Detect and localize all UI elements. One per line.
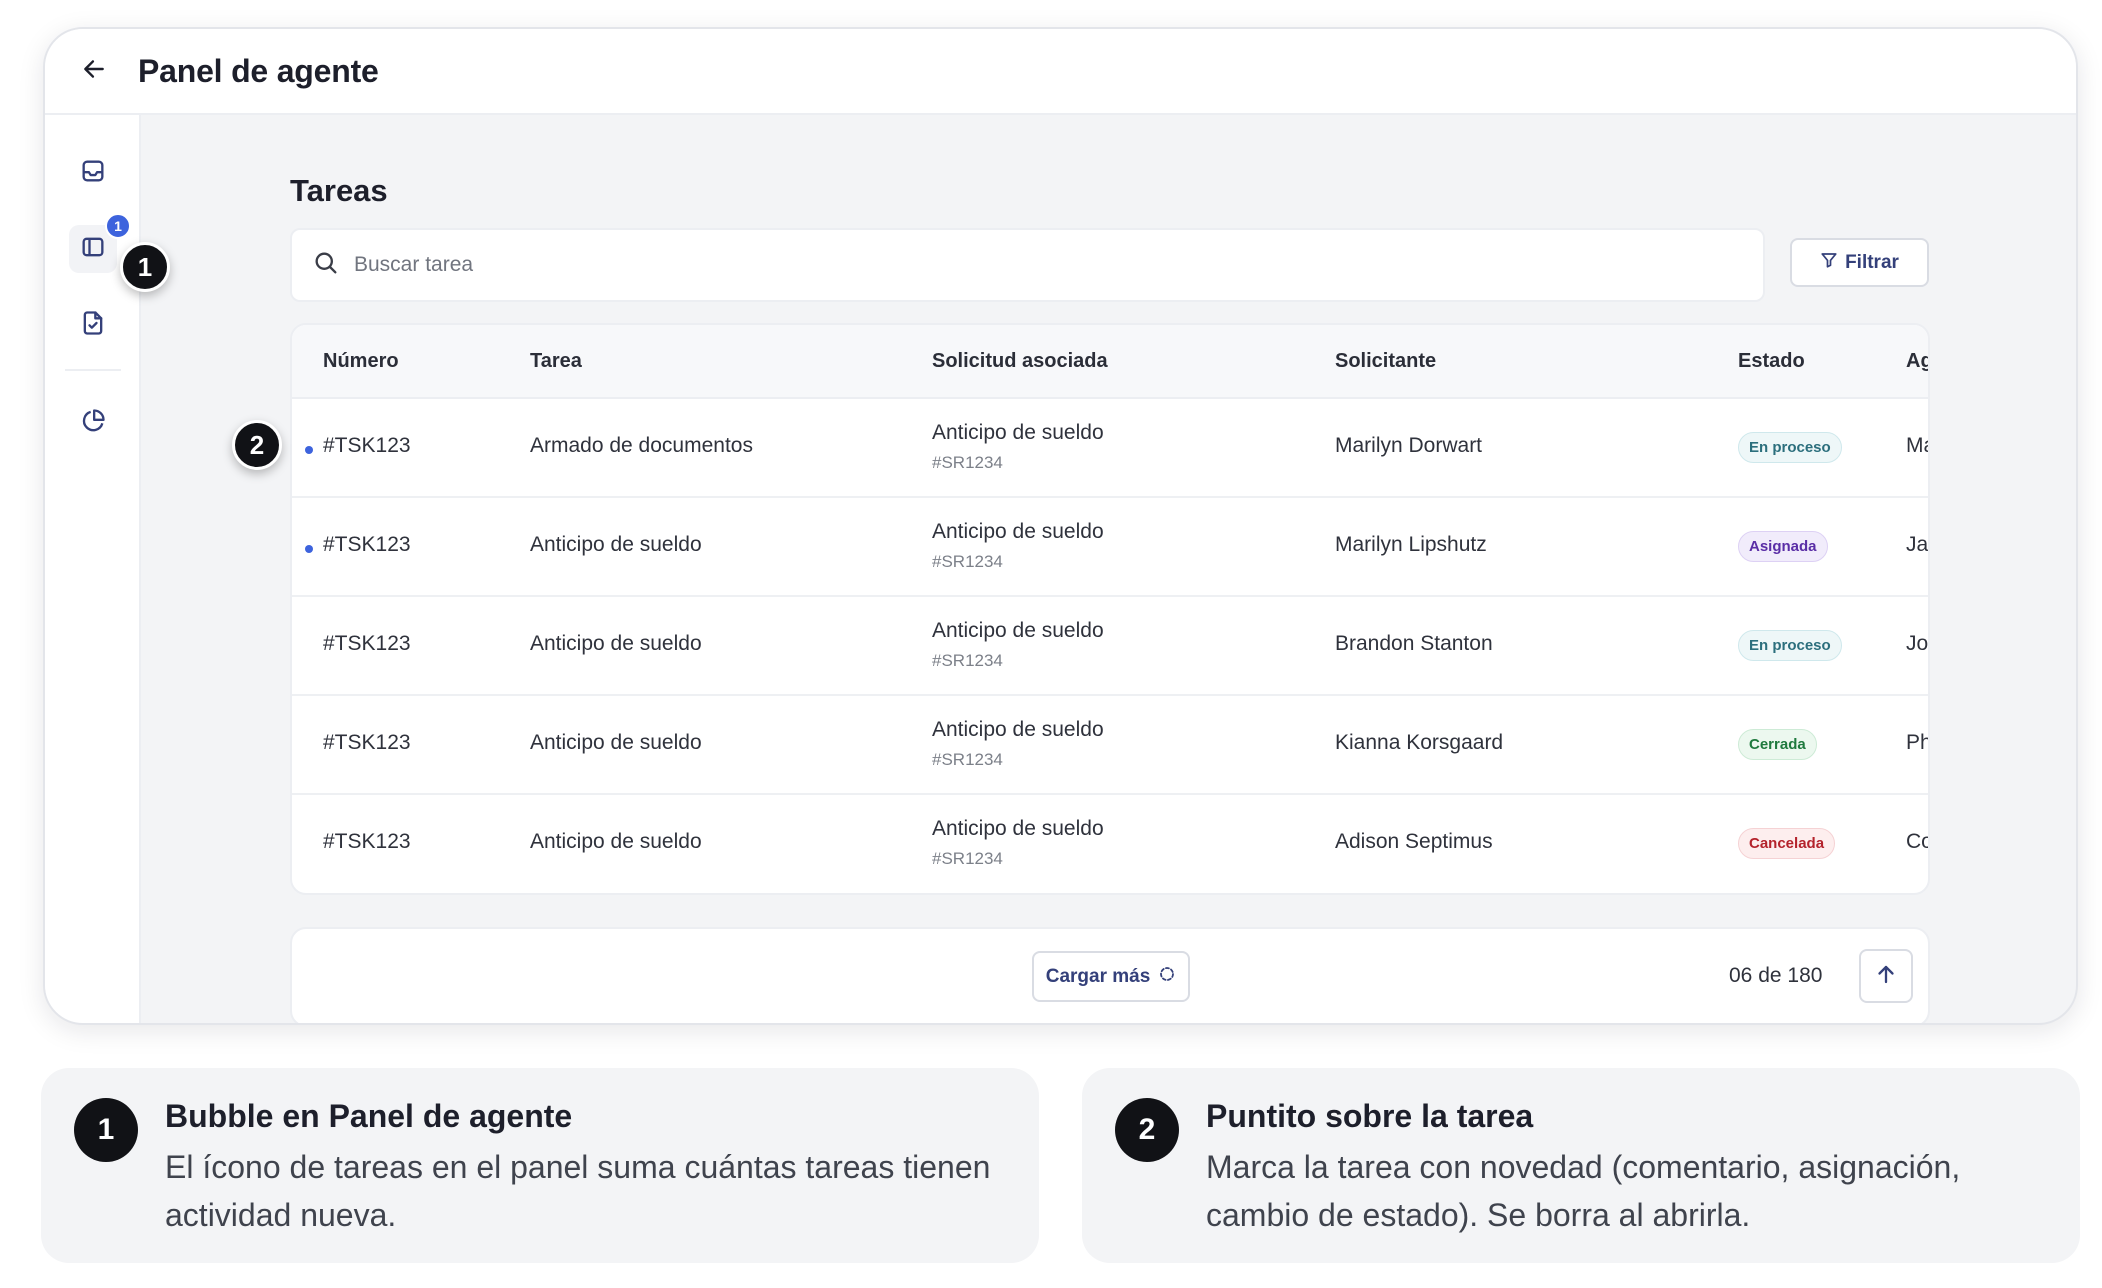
scroll-top-button[interactable]: [1859, 949, 1913, 1003]
requester-name: Adison Septimus: [1335, 830, 1493, 853]
sidebar-item-reports[interactable]: [69, 399, 117, 447]
annotation-note-1: 1 Bubble en Panel de agente El ícono de …: [41, 1068, 1039, 1263]
tasks-table: Número Tarea Solicitud asociada Solicita…: [290, 323, 1930, 895]
request-id: #SR1234: [932, 750, 1003, 769]
status-badge: Cerrada: [1738, 729, 1817, 760]
agent-name: Jo: [1906, 632, 1929, 655]
inbox-icon: [79, 157, 107, 190]
top-bar: Panel de agente: [45, 29, 2076, 115]
column-header-agent[interactable]: Ag: [1906, 350, 1928, 373]
table-header: Número Tarea Solicitud asociada Solicita…: [292, 325, 1928, 399]
search-icon: [312, 249, 340, 282]
spinner-icon: [1158, 965, 1176, 989]
request-name: Anticipo de sueldo: [932, 817, 1104, 840]
filter-label: Filtrar: [1845, 251, 1899, 273]
task-number: #TSK123: [323, 830, 411, 853]
note-marker: 2: [1115, 1098, 1179, 1162]
page-count: 06 de 180: [1729, 964, 1823, 987]
request-id: #SR1234: [932, 651, 1003, 670]
agent-name: Ph: [1906, 731, 1930, 754]
requester-name: Marilyn Dorwart: [1335, 434, 1483, 457]
note-body: Marca la tarea con novedad (comentario, …: [1206, 1149, 1961, 1233]
unread-dot: [305, 446, 313, 454]
task-number: #TSK123: [323, 434, 411, 457]
task-name: Armado de documentos: [530, 434, 753, 457]
search-box: [290, 228, 1765, 302]
arrow-left-icon: [81, 56, 107, 87]
column-header-requester[interactable]: Solicitante: [1335, 350, 1436, 373]
note-marker: 1: [74, 1098, 138, 1162]
request-id: #SR1234: [932, 849, 1003, 868]
filter-button[interactable]: Filtrar: [1790, 238, 1929, 287]
request-name: Anticipo de sueldo: [932, 619, 1104, 642]
agent-name: Ma: [1906, 434, 1928, 457]
requester-name: Marilyn Lipshutz: [1335, 533, 1487, 556]
table-row[interactable]: #TSK123 Armado de documentos Anticipo de…: [292, 399, 1928, 498]
unread-dot: [305, 545, 313, 553]
request-name: Anticipo de sueldo: [932, 520, 1104, 543]
task-number: #TSK123: [323, 731, 411, 754]
agent-name: Ja: [1906, 533, 1929, 556]
task-name: Anticipo de sueldo: [530, 632, 702, 655]
sidebar-item-inbox[interactable]: [69, 149, 117, 197]
column-header-status[interactable]: Estado: [1738, 350, 1805, 373]
back-button[interactable]: [77, 54, 111, 88]
note-body: El ícono de tareas en el panel suma cuán…: [165, 1149, 991, 1233]
status-badge: En proceso: [1738, 432, 1842, 463]
sidebar-item-tasks[interactable]: 1: [69, 213, 131, 273]
status-badge: Asignada: [1738, 531, 1828, 562]
sidebar-divider: [65, 369, 121, 371]
callout-marker-2: 2: [232, 420, 282, 470]
page-title: Panel de agente: [138, 52, 379, 89]
table-row[interactable]: #TSK123 Anticipo de sueldo Anticipo de s…: [292, 498, 1928, 597]
status-badge: En proceso: [1738, 630, 1842, 661]
request-name: Anticipo de sueldo: [932, 718, 1104, 741]
search-input[interactable]: [354, 253, 1554, 277]
pie-chart-icon: [79, 407, 107, 440]
load-more-label: Cargar más: [1045, 965, 1151, 987]
column-header-request[interactable]: Solicitud asociada: [932, 350, 1108, 373]
agent-name: Co: [1906, 830, 1928, 853]
document-check-icon: [79, 309, 107, 342]
sidebar-item-documents[interactable]: [69, 301, 117, 349]
column-header-task[interactable]: Tarea: [530, 350, 582, 373]
arrow-up-icon: [1874, 962, 1898, 991]
task-name: Anticipo de sueldo: [530, 533, 702, 556]
note-title: Bubble en Panel de agente: [165, 1098, 573, 1134]
column-header-number[interactable]: Número: [323, 350, 399, 373]
status-badge: Cancelada: [1738, 828, 1836, 859]
load-more-button[interactable]: Cargar más: [1032, 951, 1190, 1002]
task-name: Anticipo de sueldo: [530, 830, 702, 853]
agent-panel-window: Panel de agente 1 1 2 Tareas Buscar tare…: [43, 27, 2078, 1025]
requester-name: Kianna Korsgaard: [1335, 731, 1504, 754]
table-row[interactable]: #TSK123 Anticipo de sueldo Anticipo de s…: [292, 795, 1928, 893]
task-number: #TSK123: [323, 533, 411, 556]
tasks-count-badge: 1: [105, 213, 131, 239]
requester-name: Brandon Stanton: [1335, 632, 1493, 655]
table-row[interactable]: #TSK123 Anticipo de sueldo Anticipo de s…: [292, 597, 1928, 696]
request-name: Anticipo de sueldo: [932, 421, 1104, 444]
annotation-note-2: 2 Puntito sobre la tarea Marca la tarea …: [1082, 1068, 2080, 1263]
note-title: Puntito sobre la tarea: [1206, 1098, 1534, 1134]
task-name: Anticipo de sueldo: [530, 731, 702, 754]
table-row[interactable]: #TSK123 Anticipo de sueldo Anticipo de s…: [292, 696, 1928, 795]
filter-icon: [1820, 251, 1838, 275]
callout-marker-1: 1: [120, 242, 170, 292]
request-id: #SR1234: [932, 552, 1003, 571]
section-title: Tareas: [290, 173, 388, 208]
task-number: #TSK123: [323, 632, 411, 655]
pagination-bar: Cargar más 06 de 180: [290, 927, 1930, 1023]
request-id: #SR1234: [932, 453, 1003, 472]
tasks-panel-icon: [79, 233, 107, 266]
